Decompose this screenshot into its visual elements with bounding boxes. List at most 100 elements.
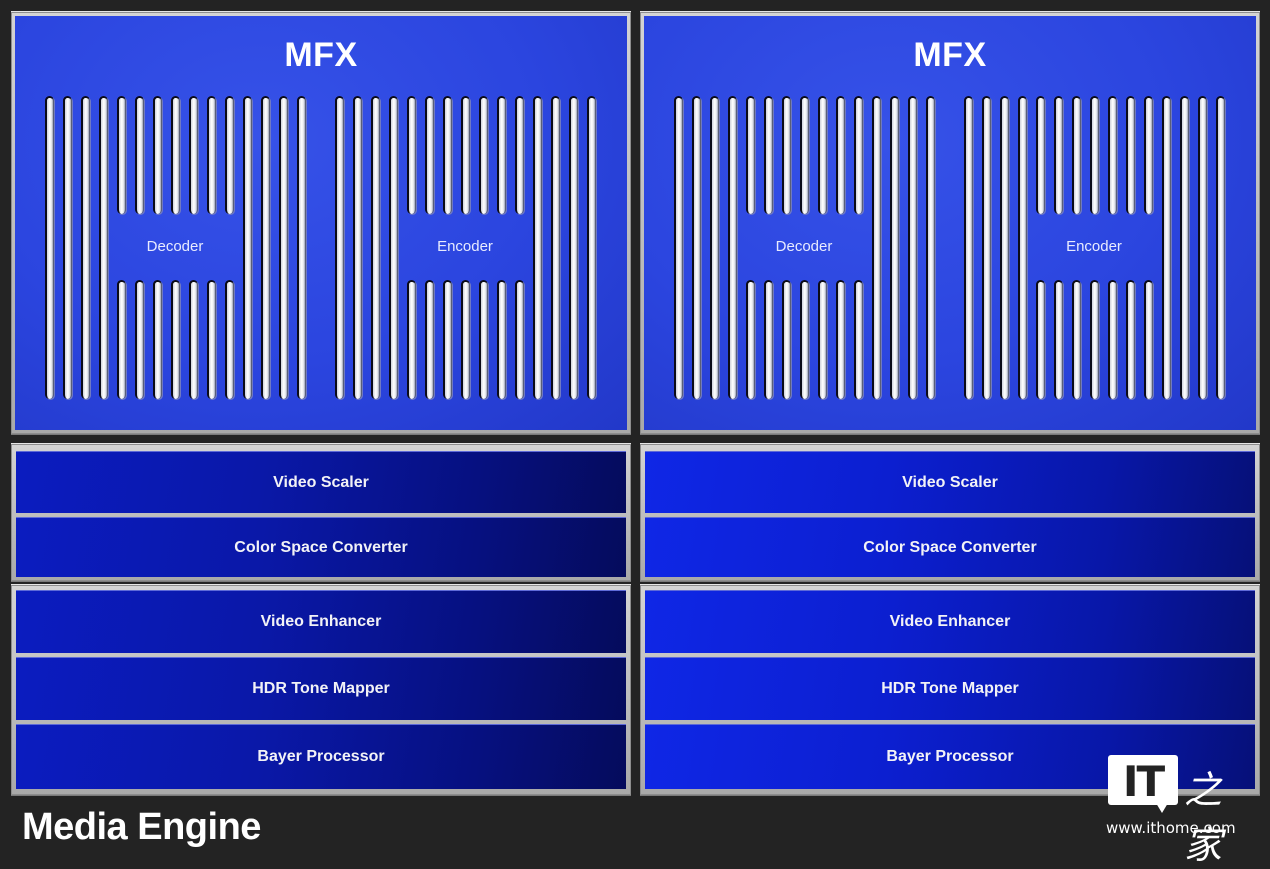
mfx-panel-body: MFX Decoder Encoder — [644, 16, 1256, 430]
video-scaler-row: Video Scaler — [645, 451, 1255, 513]
vent-slot-short — [225, 280, 234, 399]
vent-slot-short — [1108, 96, 1117, 214]
watermark-url: www.ithome.com — [1106, 819, 1236, 837]
row-label: HDR Tone Mapper — [252, 680, 390, 697]
vent-slot — [353, 96, 362, 399]
vent-slot — [1180, 96, 1189, 399]
vent-slot-short — [782, 280, 791, 399]
vent-slot — [674, 96, 683, 399]
vent-slot-short — [443, 96, 452, 214]
vent-slot-short — [1144, 280, 1153, 399]
vent-slot-short — [479, 96, 488, 214]
vent-slot — [81, 96, 90, 399]
mfx-title: MFX — [913, 36, 987, 74]
vent-slot-short — [153, 96, 162, 214]
mfx-title: MFX — [284, 36, 358, 74]
vent-slot-short — [515, 96, 524, 214]
vent-slot-short — [746, 280, 755, 399]
vent-slot-short — [854, 280, 863, 399]
ithome-logo-icon: IT — [1108, 755, 1178, 806]
vent-slot — [63, 96, 72, 399]
color-space-converter-row: Color Space Converter — [645, 517, 1255, 577]
vent-slot-short — [836, 280, 845, 399]
vent-slot — [279, 96, 288, 399]
vent-slot — [335, 96, 344, 399]
block-label: Decoder — [775, 238, 833, 255]
vent-slot-short — [225, 96, 234, 214]
vent-slot-short — [207, 280, 216, 399]
video-enhancer-row: Video Enhancer — [16, 590, 626, 653]
vent-slot-short — [1108, 280, 1117, 399]
vent-slot-short — [443, 280, 452, 399]
vent-slot-short — [135, 280, 144, 399]
vent-slot — [261, 96, 270, 399]
row-label: Video Scaler — [273, 473, 369, 491]
vent-slot-short — [818, 280, 827, 399]
vent-slot-short — [836, 96, 845, 214]
vent-slot-short — [800, 96, 809, 214]
vent-slot-short — [171, 280, 180, 399]
vent-slot-short — [117, 96, 126, 214]
video-enhancer-row: Video Enhancer — [645, 590, 1255, 653]
block-label: Decoder — [146, 238, 204, 255]
mfx-panel-body: MFX Decoder Encoder — [15, 16, 627, 430]
vent-slot-short — [1126, 280, 1135, 399]
vent-slot-short — [189, 96, 198, 214]
vent-slot-short — [1090, 280, 1099, 399]
vent-slot — [1000, 96, 1009, 399]
vent-slot — [890, 96, 899, 399]
vent-slot-short — [1072, 280, 1081, 399]
block-label: Encoder — [437, 238, 493, 255]
vent-slot — [926, 96, 935, 399]
speech-tail-icon — [1156, 803, 1168, 813]
bayer-processor-row: Bayer Processor — [16, 724, 626, 789]
vent-slot-short — [153, 280, 162, 399]
vent-slot-short — [515, 280, 524, 399]
vent-slot — [297, 96, 306, 399]
logo-cn-text: 之家 — [1184, 768, 1223, 867]
vent-slot-short — [746, 96, 755, 214]
hdr-tone-mapper-row: HDR Tone Mapper — [16, 657, 626, 720]
vent-slot-short — [764, 96, 773, 214]
vent-slot-short — [764, 280, 773, 399]
mfx-panel-left: MFX Decoder Encoder — [11, 11, 631, 435]
color-space-converter-row: Color Space Converter — [16, 517, 626, 577]
video-scaler-row: Video Scaler — [16, 451, 626, 513]
vent-slot-short — [1144, 96, 1153, 214]
row-label: Video Enhancer — [260, 613, 382, 630]
vent-slot-short — [1036, 96, 1045, 214]
vent-slot-short — [1072, 96, 1081, 214]
vent-slot-short — [189, 280, 198, 399]
row-label: HDR Tone Mapper — [881, 680, 1019, 697]
vent-slot-short — [407, 96, 416, 214]
vent-slot-short — [854, 96, 863, 214]
row-label: Bayer Processor — [257, 748, 385, 765]
vent-slot-short — [171, 96, 180, 214]
pipeline-group-scaling-right: Video Scaler Color Space Converter — [640, 443, 1260, 582]
vent-slot — [1216, 96, 1225, 399]
vent-slot-short — [425, 96, 434, 214]
vent-slot-short — [800, 280, 809, 399]
vent-slot — [982, 96, 991, 399]
vent-slot-short — [207, 96, 216, 214]
vent-slot-short — [1126, 96, 1135, 214]
vent-slot — [371, 96, 380, 399]
ithome-watermark: IT 之家 www.ithome.com — [1106, 755, 1256, 867]
row-label: Bayer Processor — [886, 748, 1014, 765]
vent-slot — [45, 96, 54, 399]
vent-slot-short — [1036, 280, 1045, 399]
row-label: Video Enhancer — [889, 613, 1011, 630]
row-label: Color Space Converter — [234, 538, 408, 556]
vent-slot — [1198, 96, 1207, 399]
vent-slot-short — [1090, 96, 1099, 214]
diagram-title: Media Engine — [22, 806, 261, 848]
vent-slot — [551, 96, 560, 399]
vent-slot — [692, 96, 701, 399]
vent-slot-short — [425, 280, 434, 399]
vent-slot-short — [497, 280, 506, 399]
vent-slot — [569, 96, 578, 399]
vent-slot-short — [1054, 96, 1063, 214]
vent-slot-short — [117, 280, 126, 399]
row-label: Video Scaler — [902, 473, 998, 491]
vent-slot — [587, 96, 596, 399]
